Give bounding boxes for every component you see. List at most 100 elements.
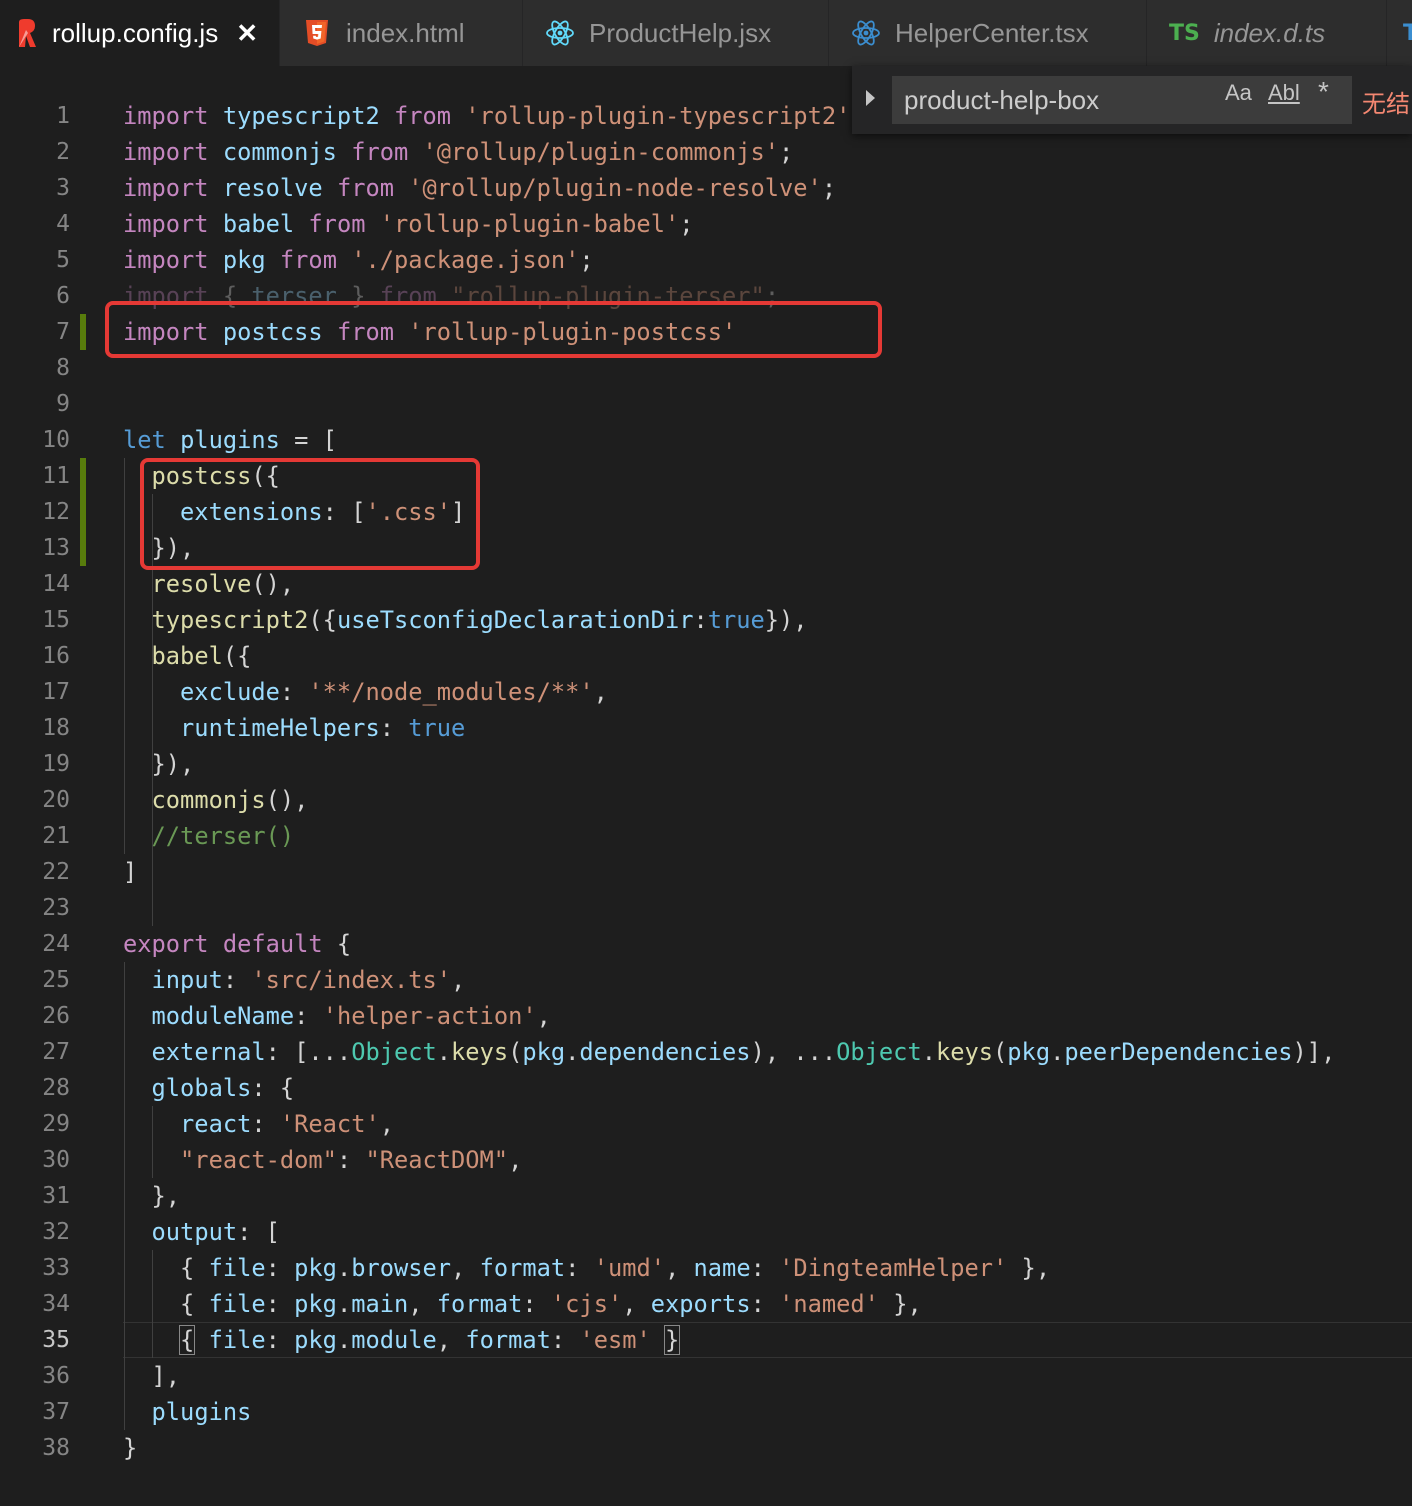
code-token: : [279,678,309,706]
line-number: 33 [42,1255,70,1281]
code-line[interactable]: 9 [0,386,1412,422]
code-token: )], [1292,1038,1336,1066]
code-token: react [180,1110,252,1138]
line-number: 29 [42,1111,70,1137]
code-token: format [465,1326,551,1354]
code-line[interactable]: 15 typescript2({useTsconfigDeclarationDi… [0,602,1412,638]
code-line[interactable]: 2 import commonjs from '@rollup/plugin-co… [0,134,1412,170]
code-token: ( [508,1038,523,1066]
chevron-right-icon[interactable] [866,90,875,106]
code-text: export default { [123,926,351,962]
code-line[interactable]: 18 runtimeHelpers: true [0,710,1412,746]
code-line[interactable]: 5 import pkg from './package.json'; [0,242,1412,278]
code-token: pkg [294,1290,337,1318]
code-token: : [693,606,708,634]
code-line[interactable]: 37 plugins [0,1394,1412,1430]
code-line[interactable]: 28 globals: { [0,1070,1412,1106]
code-token: Object [836,1038,922,1066]
code-line[interactable]: 30 "react-dom": "ReactDOM", [0,1142,1412,1178]
code-line[interactable]: 14 resolve(), [0,566,1412,602]
code-line[interactable]: 35 { file: pkg.module, format: 'esm' } [0,1322,1412,1358]
code-token: babel [151,642,223,670]
code-token: exclude [180,678,280,706]
line-number: 6 [56,283,70,309]
code-token: , [379,1110,394,1138]
code-token: : [522,1290,551,1318]
code-token: , [622,1290,651,1318]
code-line[interactable]: 4 import babel from 'rollup-plugin-babel'… [0,206,1412,242]
line-number: 11 [42,463,70,489]
code-text: output: [ [123,1214,280,1250]
code-line[interactable]: 19 }), [0,746,1412,782]
code-line[interactable]: 20 commonjs(), [0,782,1412,818]
code-line[interactable]: 23 [0,890,1412,926]
code-line[interactable]: 32 output: [ [0,1214,1412,1250]
code-token: '@rollup/plugin-commonjs' [422,138,780,166]
code-token: '**/node_modules/**' [308,678,594,706]
tab-overflow[interactable]: T [1387,0,1412,66]
line-number: 24 [42,931,70,957]
code-token: 'src/index.ts' [251,966,452,994]
code-line[interactable]: 34 { file: pkg.main, format: 'cjs', expo… [0,1286,1412,1322]
tab-rollup-config[interactable]: rollup.config.js ✕ [0,0,280,66]
tab-index-d-ts[interactable]: TS index.d.ts [1147,0,1387,66]
code-token: file [208,1290,266,1318]
code-token: pkg [1007,1038,1051,1066]
line-number: 37 [42,1399,70,1425]
code-line[interactable]: 22] [0,854,1412,890]
code-token: import [123,174,209,202]
line-number: 38 [42,1435,70,1461]
code-token: : [222,966,252,994]
code-token: 'esm' [579,1326,651,1354]
code-line[interactable]: 26 moduleName: 'helper-action', [0,998,1412,1034]
tab-helpercenter-tsx[interactable]: HelperCenter.tsx [829,0,1147,66]
code-token: 'named' [779,1290,879,1318]
code-token: }), [764,606,808,634]
code-line[interactable]: 16 babel({ [0,638,1412,674]
tab-producthelp-jsx[interactable]: ProductHelp.jsx [523,0,829,66]
code-line[interactable]: 24 export default { [0,926,1412,962]
code-editor[interactable]: 1 import typescript2 from 'rollup-plugin-… [0,66,1412,1506]
code-line[interactable]: 33 { file: pkg.browser, format: 'umd', n… [0,1250,1412,1286]
line-number: 23 [42,895,70,921]
code-token: ; [579,246,594,274]
tab-index-html[interactable]: index.html [280,0,523,66]
code-line[interactable]: 27 external: [...Object.keys(pkg.depende… [0,1034,1412,1070]
code-line[interactable]: 25 input: 'src/index.ts', [0,962,1412,998]
code-line[interactable]: 31 }, [0,1178,1412,1214]
code-line[interactable]: 17 exclude: '**/node_modules/**', [0,674,1412,710]
code-line[interactable]: 36 ], [0,1358,1412,1394]
code-token: dependencies [579,1038,751,1066]
code-token: , [508,1146,523,1174]
code-line[interactable]: 29 react: 'React', [0,1106,1412,1142]
code-line[interactable]: 10 let plugins = [ [0,422,1412,458]
code-line[interactable]: 38} [0,1430,1412,1466]
code-token: peerDependencies [1064,1038,1293,1066]
code-token: : [ [237,1218,280,1246]
code-token: , [665,1254,694,1282]
code-text: "react-dom": "ReactDOM", [123,1142,522,1178]
close-icon[interactable]: ✕ [236,18,258,49]
code-token: browser [351,1254,452,1282]
code-token: ; [679,210,694,238]
regex-toggle[interactable]: * [1318,76,1329,108]
code-token: import [123,246,209,274]
code-token: import [123,102,209,130]
match-case-toggle[interactable]: Aa [1225,80,1252,106]
code-line[interactable]: 21 //terser() [0,818,1412,854]
code-line[interactable]: 3 import resolve from '@rollup/plugin-nod… [0,170,1412,206]
whole-word-toggle[interactable]: Abl [1268,80,1300,106]
tab-label: ProductHelp.jsx [589,17,772,48]
code-token: } [123,1434,138,1462]
